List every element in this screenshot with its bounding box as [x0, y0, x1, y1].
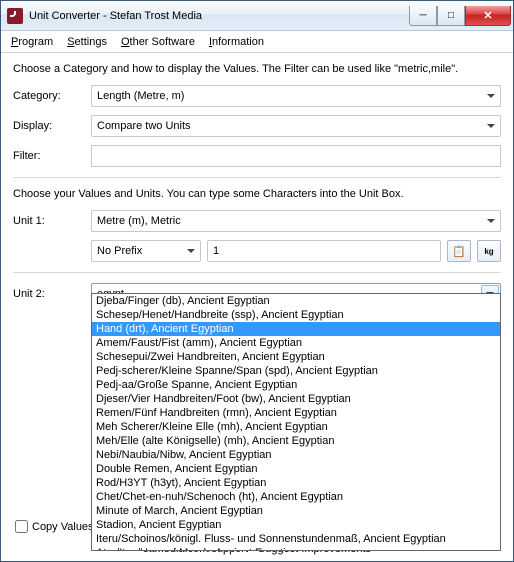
unit1-label: Unit 1: — [13, 215, 91, 227]
copy-values-label: Copy Values — [32, 521, 94, 533]
dropdown-item[interactable]: Pedj-scherer/Kleine Spanne/Span (spd), A… — [92, 364, 500, 378]
dropdown-item[interactable]: Djeser/Vier Handbreiten/Foot (bw), Ancie… — [92, 392, 500, 406]
category-label: Category: — [13, 90, 91, 102]
copy-values-checkbox[interactable] — [15, 520, 28, 533]
units-instruction: Choose your Values and Units. You can ty… — [13, 188, 501, 200]
menu-other-software[interactable]: Other Software — [121, 36, 195, 48]
display-label: Display: — [13, 120, 91, 132]
unit1-select[interactable]: Metre (m), Metric — [91, 210, 501, 232]
weight-button[interactable]: kg — [477, 240, 501, 262]
dropdown-item[interactable]: Meh/Elle (alte Königselle) (mh), Ancient… — [92, 434, 500, 448]
filter-input[interactable] — [91, 145, 501, 167]
chevron-down-icon — [487, 219, 495, 223]
dropdown-item[interactable]: Iteru/Schoinos/königl. Fluss- und Sonnen… — [92, 532, 500, 546]
filter-label: Filter: — [13, 150, 91, 162]
copy-icon: 📋 — [452, 245, 466, 258]
dropdown-item[interactable]: Minute of March, Ancient Egyptian — [92, 504, 500, 518]
category-select[interactable]: Length (Metre, m) — [91, 85, 501, 107]
dropdown-item[interactable]: Rod/H3YT (h3yt), Ancient Egyptian — [92, 476, 500, 490]
separator — [13, 177, 501, 178]
dropdown-item[interactable]: Djeba/Finger (db), Ancient Egyptian — [92, 294, 500, 308]
chevron-down-icon — [187, 249, 195, 253]
dropdown-item[interactable]: Schesep/Henet/Handbreite (ssp), Ancient … — [92, 308, 500, 322]
menu-program[interactable]: Program — [11, 36, 53, 48]
minimize-button[interactable]: ─ — [409, 6, 437, 26]
dropdown-item[interactable]: Meh Scherer/Kleine Elle (mh), Ancient Eg… — [92, 420, 500, 434]
prefix-select[interactable]: No Prefix — [91, 240, 201, 262]
dropdown-item[interactable]: Double Remen, Ancient Egyptian — [92, 462, 500, 476]
dropdown-item[interactable]: Schesepui/Zwei Handbreiten, Ancient Egyp… — [92, 350, 500, 364]
content-area: Choose a Category and how to display the… — [1, 53, 513, 561]
menu-settings[interactable]: Settings — [67, 36, 107, 48]
chevron-down-icon — [487, 124, 495, 128]
dropdown-item[interactable]: Atur/Itrw/Hour of March, Ancient Egyptia… — [92, 546, 500, 551]
dropdown-item[interactable]: Chet/Chet-en-nuh/Schenoch (ht), Ancient … — [92, 490, 500, 504]
window-controls: ─ □ ✕ — [409, 6, 511, 26]
app-icon — [7, 8, 23, 24]
display-select[interactable]: Compare two Units — [91, 115, 501, 137]
chevron-down-icon — [487, 94, 495, 98]
weight-icon: kg — [484, 247, 493, 256]
copy-button[interactable]: 📋 — [447, 240, 471, 262]
category-instruction: Choose a Category and how to display the… — [13, 63, 501, 75]
dropdown-item[interactable]: Remen/Fünf Handbreiten (rmn), Ancient Eg… — [92, 406, 500, 420]
dropdown-item[interactable]: Amem/Faust/Fist (amm), Ancient Egyptian — [92, 336, 500, 350]
unit2-dropdown-list[interactable]: Djeba/Finger (db), Ancient EgyptianSches… — [91, 293, 501, 551]
window-title: Unit Converter - Stefan Trost Media — [29, 10, 409, 22]
dropdown-item[interactable]: Nebi/Naubia/Nibw, Ancient Egyptian — [92, 448, 500, 462]
separator — [13, 272, 501, 273]
amount-input[interactable]: 1 — [207, 240, 441, 262]
menubar: Program Settings Other Software Informat… — [1, 31, 513, 53]
dropdown-item[interactable]: Hand (drt), Ancient Egyptian — [92, 322, 500, 336]
unit2-label: Unit 2: — [13, 288, 91, 300]
maximize-button[interactable]: □ — [437, 6, 465, 26]
dropdown-item[interactable]: Pedj-aa/Große Spanne, Ancient Egyptian — [92, 378, 500, 392]
titlebar[interactable]: Unit Converter - Stefan Trost Media ─ □ … — [1, 1, 513, 31]
dropdown-item[interactable]: Stadion, Ancient Egyptian — [92, 518, 500, 532]
main-window: Unit Converter - Stefan Trost Media ─ □ … — [0, 0, 514, 562]
close-button[interactable]: ✕ — [465, 6, 511, 26]
menu-information[interactable]: Information — [209, 36, 264, 48]
